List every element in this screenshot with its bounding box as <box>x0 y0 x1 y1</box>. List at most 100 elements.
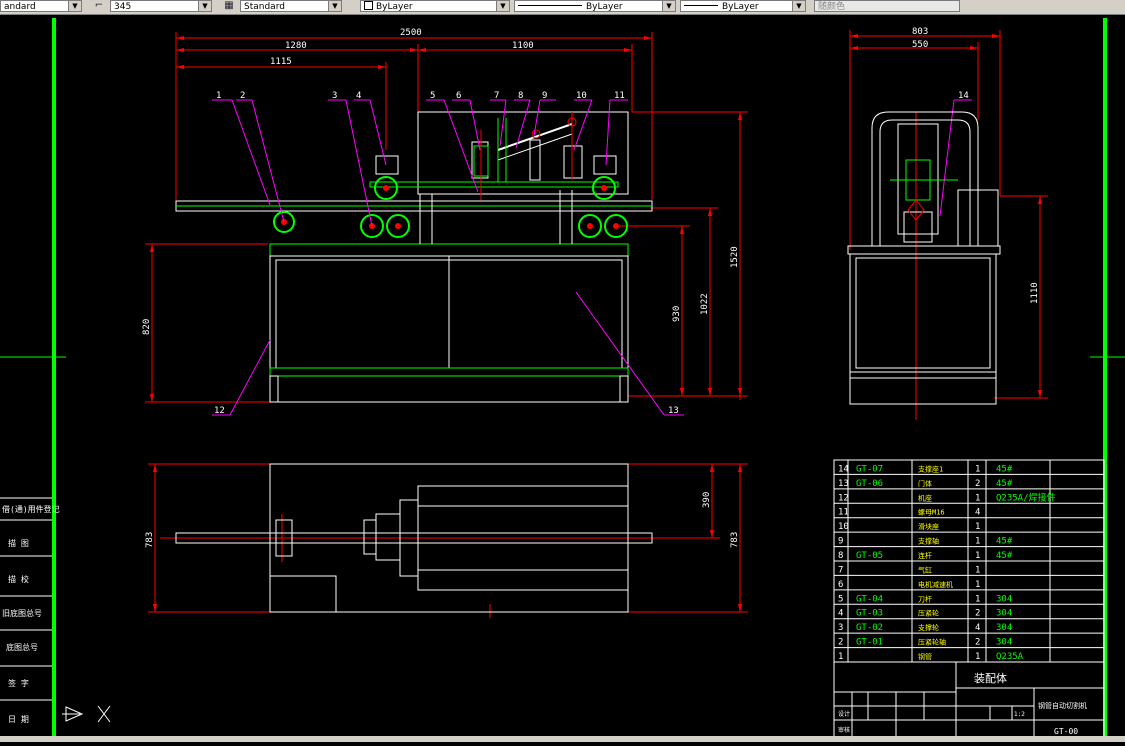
dimension-style-icon[interactable]: ⌐ <box>92 0 106 12</box>
bom-cell-no: 5 <box>838 594 843 604</box>
balloon-8: 8 <box>518 91 523 101</box>
dim-side-inner: 550 <box>912 40 928 50</box>
ucs-icon <box>62 705 111 723</box>
dim-overall-length: 2500 <box>400 28 422 38</box>
color-control-combo[interactable]: ByLayer ▼ <box>360 0 510 12</box>
bom-cell-code: GT-07 <box>856 464 883 474</box>
bom-cell-name: 压紧轮 <box>918 609 939 618</box>
line-sample-icon <box>684 5 718 6</box>
dim-left-inner: 1115 <box>270 57 292 67</box>
bom-cell-qty: 1 <box>975 594 980 604</box>
bom-cell-name: 螺母M16 <box>918 508 945 517</box>
bom-cell-mat: 304 <box>996 594 1012 604</box>
bom-cell-code: GT-05 <box>856 551 883 561</box>
bom-cell-mat: 45# <box>996 479 1013 489</box>
balloon-1: 1 <box>216 91 221 101</box>
bom-cell-qty: 1 <box>975 493 980 503</box>
bom-cell-qty: 1 <box>975 522 980 532</box>
bom-cell-no: 2 <box>838 638 843 648</box>
linetype-control-combo[interactable]: ByLayer ▼ <box>514 0 676 12</box>
bom-cell-mat: 45# <box>996 551 1013 561</box>
plot-style-combo[interactable]: 随颜色 <box>814 0 960 12</box>
bom-cell-name: 刀杆 <box>918 594 932 603</box>
color-control-value: ByLayer <box>376 2 413 12</box>
line-sample-icon <box>518 5 582 6</box>
label-design: 设计 <box>838 710 850 718</box>
bom-cell-mat: 304 <box>996 609 1012 619</box>
drawing-name: 装配体 <box>974 671 1007 685</box>
bom-cell-code: GT-02 <box>856 623 883 633</box>
bom-cell-qty: 1 <box>975 464 980 474</box>
bom-cell-name: 连杆 <box>918 551 932 560</box>
bom-cell-name: 钢管 <box>918 652 932 661</box>
bom-cell-no: 6 <box>838 580 843 590</box>
drawing-svg[interactable]: 借(通)用件登记 描 图 描 校 旧底图总号 底图总号 签 字 日 期 2500… <box>0 15 1125 742</box>
chevron-down-icon: ▼ <box>662 1 675 11</box>
balloon-3: 3 <box>332 91 337 101</box>
frame-border-left <box>52 18 56 738</box>
table-style-icon[interactable]: ▦ <box>222 0 236 12</box>
text-style-combo[interactable]: andard ▼ <box>0 0 82 12</box>
bom-cell-qty: 2 <box>975 638 980 648</box>
dim-height-930: 930 <box>672 306 682 322</box>
table-style-value: Standard <box>244 2 285 12</box>
bom-cell-qty: 1 <box>975 652 980 662</box>
bom-cell-no: 10 <box>838 522 849 532</box>
panel-item-4: 旧底图总号 <box>2 608 42 618</box>
bom-cell-no: 14 <box>838 464 849 474</box>
color-swatch-icon <box>364 1 373 10</box>
balloon-10: 10 <box>576 91 587 101</box>
front-view: 2500 1280 1100 1115 820 930 1022 1520 1 … <box>142 28 972 416</box>
balloon-13: 13 <box>668 406 679 416</box>
balloon-7: 7 <box>494 91 499 101</box>
bom-cell-name: 支撑轴 <box>918 537 939 546</box>
bom-cell-name: 支撑轮 <box>918 623 939 632</box>
dim-right-span: 1100 <box>512 41 534 51</box>
bom-cell-qty: 1 <box>975 580 980 590</box>
balloon-6: 6 <box>456 91 461 101</box>
chevron-down-icon: ▼ <box>198 1 211 11</box>
balloon-4: 4 <box>356 91 361 101</box>
bom-cell-qty: 1 <box>975 551 980 561</box>
dimension-style-combo[interactable]: 345 ▼ <box>110 0 212 12</box>
bom-cell-name: 门体 <box>918 479 932 488</box>
bom-cell-code: GT-01 <box>856 638 883 648</box>
properties-toolbar: andard ▼ ⌐ 345 ▼ ▦ Standard ▼ ByLayer ▼ ByLa… <box>0 0 1125 15</box>
machine-name: 钢管自动切割机 <box>1038 701 1087 710</box>
bom-cell-qty: 1 <box>975 537 980 547</box>
bom-cell-qty: 1 <box>975 565 980 575</box>
chevron-down-icon: ▼ <box>328 1 341 11</box>
panel-item-6: 签 字 <box>8 678 29 688</box>
balloon-12: 12 <box>214 406 225 416</box>
bom-cell-qty: 4 <box>975 623 980 633</box>
drawing-area[interactable]: 借(通)用件登记 描 图 描 校 旧底图总号 底图总号 签 字 日 期 2500… <box>0 15 1125 742</box>
plot-style-value: 随颜色 <box>818 2 846 12</box>
label-scale: 1:2 <box>1014 711 1025 718</box>
bom-cell-mat: 304 <box>996 638 1012 648</box>
balloon-5: 5 <box>430 91 435 101</box>
bom-cell-no: 3 <box>838 623 843 633</box>
linetype-control-value: ByLayer <box>586 2 623 12</box>
lineweight-control-combo[interactable]: ByLayer ▼ <box>680 0 806 12</box>
bom-cell-no: 12 <box>838 493 849 503</box>
lineweight-control-value: ByLayer <box>722 2 759 12</box>
dimension-style-value: 345 <box>114 2 132 12</box>
bill-of-materials: 14 GT-07 支撑座1 1 45#13 GT-06 门体 2 45#12 机座 1 Q235A/焊… <box>833 459 1105 663</box>
panel-item-7: 日 期 <box>8 715 29 724</box>
dim-left-span: 1280 <box>285 41 307 51</box>
dim-side-width: 803 <box>912 27 928 37</box>
chevron-down-icon: ▼ <box>792 1 805 11</box>
bom-cell-mat: 304 <box>996 623 1012 633</box>
status-bar <box>0 736 1125 742</box>
panel-item-3: 描 校 <box>8 574 29 584</box>
chevron-down-icon: ▼ <box>496 1 509 11</box>
bom-cell-code: GT-06 <box>856 479 883 489</box>
bom-cell-no: 8 <box>838 551 843 561</box>
panel-item-2: 描 图 <box>8 538 29 548</box>
table-style-combo[interactable]: Standard ▼ <box>240 0 342 12</box>
bom-cell-no: 4 <box>838 609 843 619</box>
drawing-number: GT-00 <box>1054 727 1078 736</box>
bom-cell-code: GT-04 <box>856 594 883 604</box>
bom-cell-mat: 45# <box>996 464 1013 474</box>
dim-plan-width-left: 783 <box>145 532 155 548</box>
